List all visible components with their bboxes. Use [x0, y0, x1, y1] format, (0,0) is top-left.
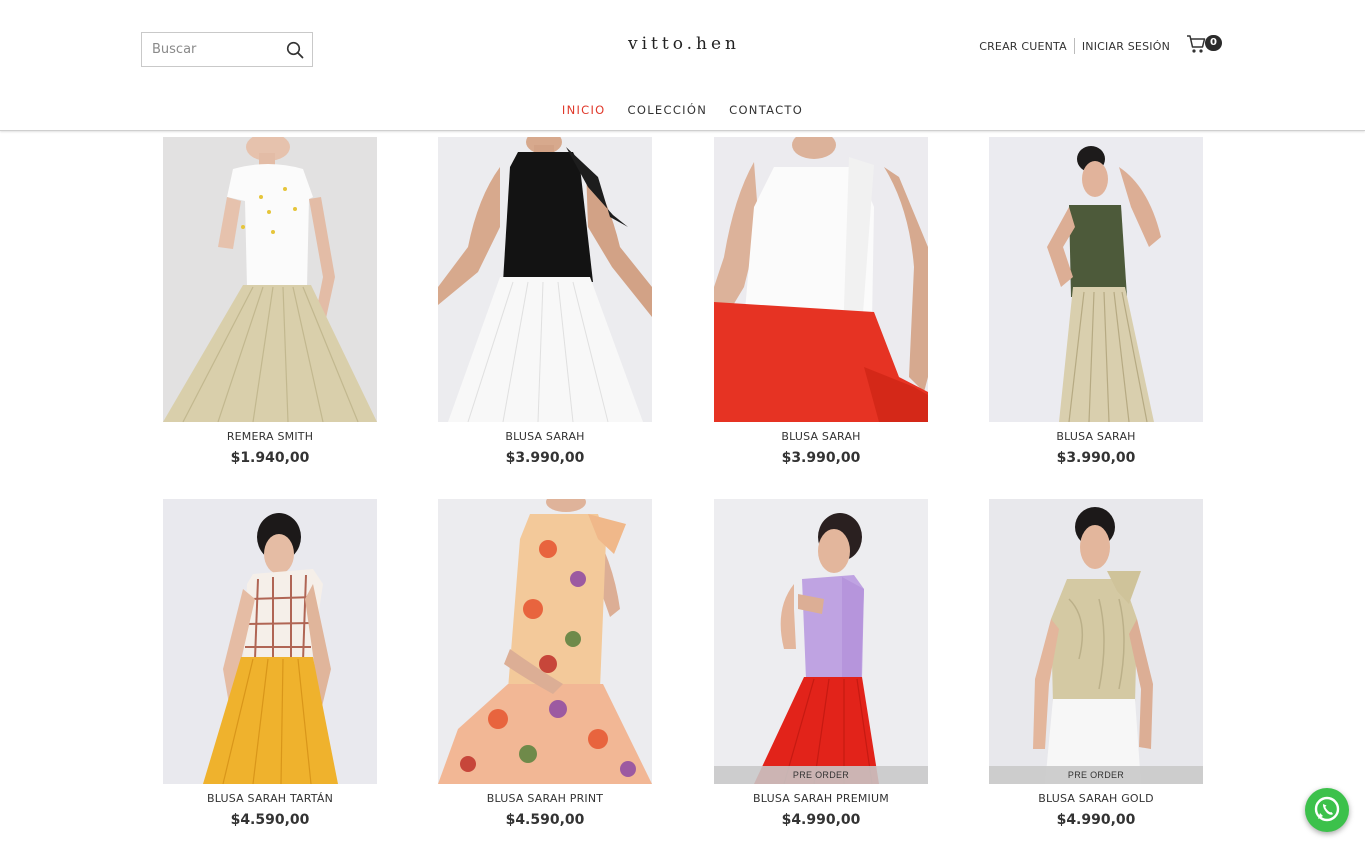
- search-input[interactable]: [142, 33, 282, 66]
- product-price: $3.990,00: [781, 450, 861, 466]
- create-account-link[interactable]: CREAR CUENTA: [979, 40, 1067, 53]
- product-name[interactable]: BLUSA SARAH TARTÁN: [163, 792, 377, 805]
- product-card[interactable]: BLUSA SARAH PRINT $4.590,00: [438, 499, 652, 828]
- product-name[interactable]: BLUSA SARAH PREMIUM: [714, 792, 928, 805]
- product-card[interactable]: PRE ORDER BLUSA SARAH PREMIUM $4.990,00: [714, 499, 928, 828]
- product-name[interactable]: BLUSA SARAH PRINT: [438, 792, 652, 805]
- product-card[interactable]: BLUSA SARAH $3.990,00: [714, 137, 928, 466]
- product-card[interactable]: REMERA SMITH $1.940,00: [163, 137, 377, 466]
- product-image[interactable]: [438, 137, 652, 422]
- product-price: $4.990,00: [1056, 812, 1136, 828]
- account-links: CREAR CUENTA INICIAR SESIÓN: [979, 38, 1170, 54]
- cart-icon: [1186, 35, 1206, 58]
- product-name[interactable]: BLUSA SARAH: [989, 430, 1203, 443]
- product-card[interactable]: BLUSA SARAH TARTÁN $4.590,00: [163, 499, 377, 828]
- nav-item-coleccion[interactable]: COLECCIÓN: [628, 103, 708, 117]
- product-image[interactable]: PRE ORDER: [714, 499, 928, 784]
- login-link[interactable]: INICIAR SESIÓN: [1082, 40, 1170, 53]
- product-image[interactable]: [714, 137, 928, 422]
- product-price: $4.590,00: [230, 812, 310, 828]
- nav-item-contacto[interactable]: CONTACTO: [729, 103, 803, 117]
- product-image[interactable]: [989, 137, 1203, 422]
- search-icon[interactable]: [286, 41, 304, 59]
- product-card[interactable]: PRE ORDER BLUSA SARAH GOLD $4.990,00: [989, 499, 1203, 828]
- account-divider: [1073, 38, 1075, 54]
- nav-item-inicio[interactable]: INICIO: [562, 103, 606, 117]
- product-name[interactable]: BLUSA SARAH: [714, 430, 928, 443]
- product-image[interactable]: PRE ORDER: [989, 499, 1203, 784]
- product-image[interactable]: [163, 137, 377, 422]
- cart-count-badge: 0: [1205, 35, 1222, 51]
- preorder-badge: PRE ORDER: [989, 766, 1203, 784]
- preorder-badge: PRE ORDER: [714, 766, 928, 784]
- product-price: $4.990,00: [781, 812, 861, 828]
- whatsapp-icon: [1305, 796, 1349, 836]
- product-name[interactable]: BLUSA SARAH GOLD: [989, 792, 1203, 805]
- main-nav: INICIO COLECCIÓN CONTACTO: [0, 103, 1365, 117]
- cart-button[interactable]: 0: [1186, 34, 1226, 56]
- product-price: $3.990,00: [505, 450, 585, 466]
- product-image[interactable]: [438, 499, 652, 784]
- whatsapp-button[interactable]: [1305, 788, 1349, 832]
- product-image[interactable]: [163, 499, 377, 784]
- product-card[interactable]: BLUSA SARAH $3.990,00: [989, 137, 1203, 466]
- search-box[interactable]: [141, 32, 313, 67]
- product-name[interactable]: REMERA SMITH: [163, 430, 377, 443]
- product-name[interactable]: BLUSA SARAH: [438, 430, 652, 443]
- site-header: vitto.hen CREAR CUENTA INICIAR SESIÓN 0 …: [0, 0, 1365, 131]
- product-price: $4.590,00: [505, 812, 585, 828]
- product-price: $3.990,00: [1056, 450, 1136, 466]
- product-price: $1.940,00: [230, 450, 310, 466]
- product-card[interactable]: BLUSA SARAH $3.990,00: [438, 137, 652, 466]
- brand-logo[interactable]: vitto.hen: [584, 34, 784, 54]
